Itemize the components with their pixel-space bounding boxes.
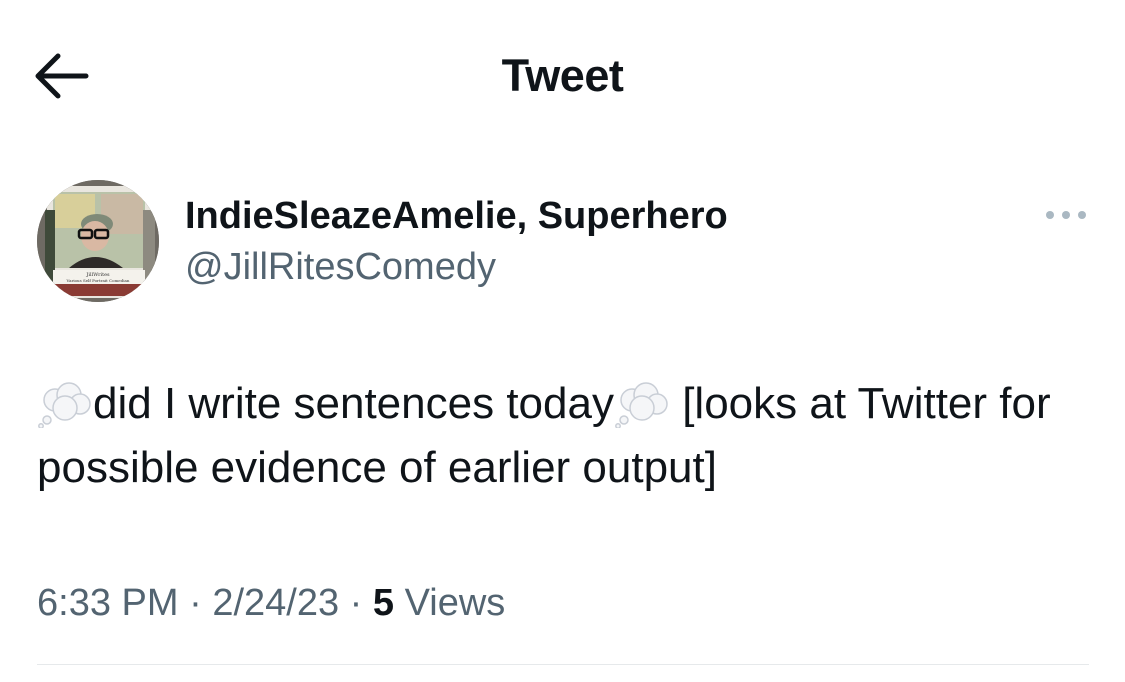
avatar-image: JillWrites Various Self Portrait Comedia… [37, 180, 159, 302]
avatar-caption-2: Various Self Portrait Comedian [66, 278, 130, 283]
top-bar: Tweet [0, 0, 1125, 150]
page-title: Tweet [501, 50, 624, 101]
tweet-meta: 6:33 PM · 2/24/23 · 5 Views [37, 580, 505, 626]
user-handle[interactable]: @JillRitesComedy [185, 244, 496, 290]
avatar[interactable]: JillWrites Various Self Portrait Comedia… [37, 180, 159, 302]
more-button[interactable] [1040, 200, 1092, 230]
views-count[interactable]: 5 [373, 582, 394, 624]
more-dots-icon [1046, 211, 1086, 219]
tweet-text-segment-1: did I write sentences today [93, 379, 614, 428]
thought-balloon-icon [615, 382, 668, 428]
display-name[interactable]: IndieSleazeAmelie, Superhero [185, 193, 728, 239]
meta-separator: · [189, 582, 202, 624]
divider [37, 664, 1089, 665]
tweet-time[interactable]: 6:33 PM [37, 582, 179, 624]
meta-separator: · [349, 582, 363, 624]
thought-balloon-icon [38, 382, 91, 428]
tweet-text: did I write sentences today [looks at Tw… [37, 372, 1097, 500]
tweet-author: JillWrites Various Self Portrait Comedia… [37, 180, 1097, 305]
views-label: Views [404, 582, 506, 624]
tweet-date[interactable]: 2/24/23 [212, 582, 339, 624]
